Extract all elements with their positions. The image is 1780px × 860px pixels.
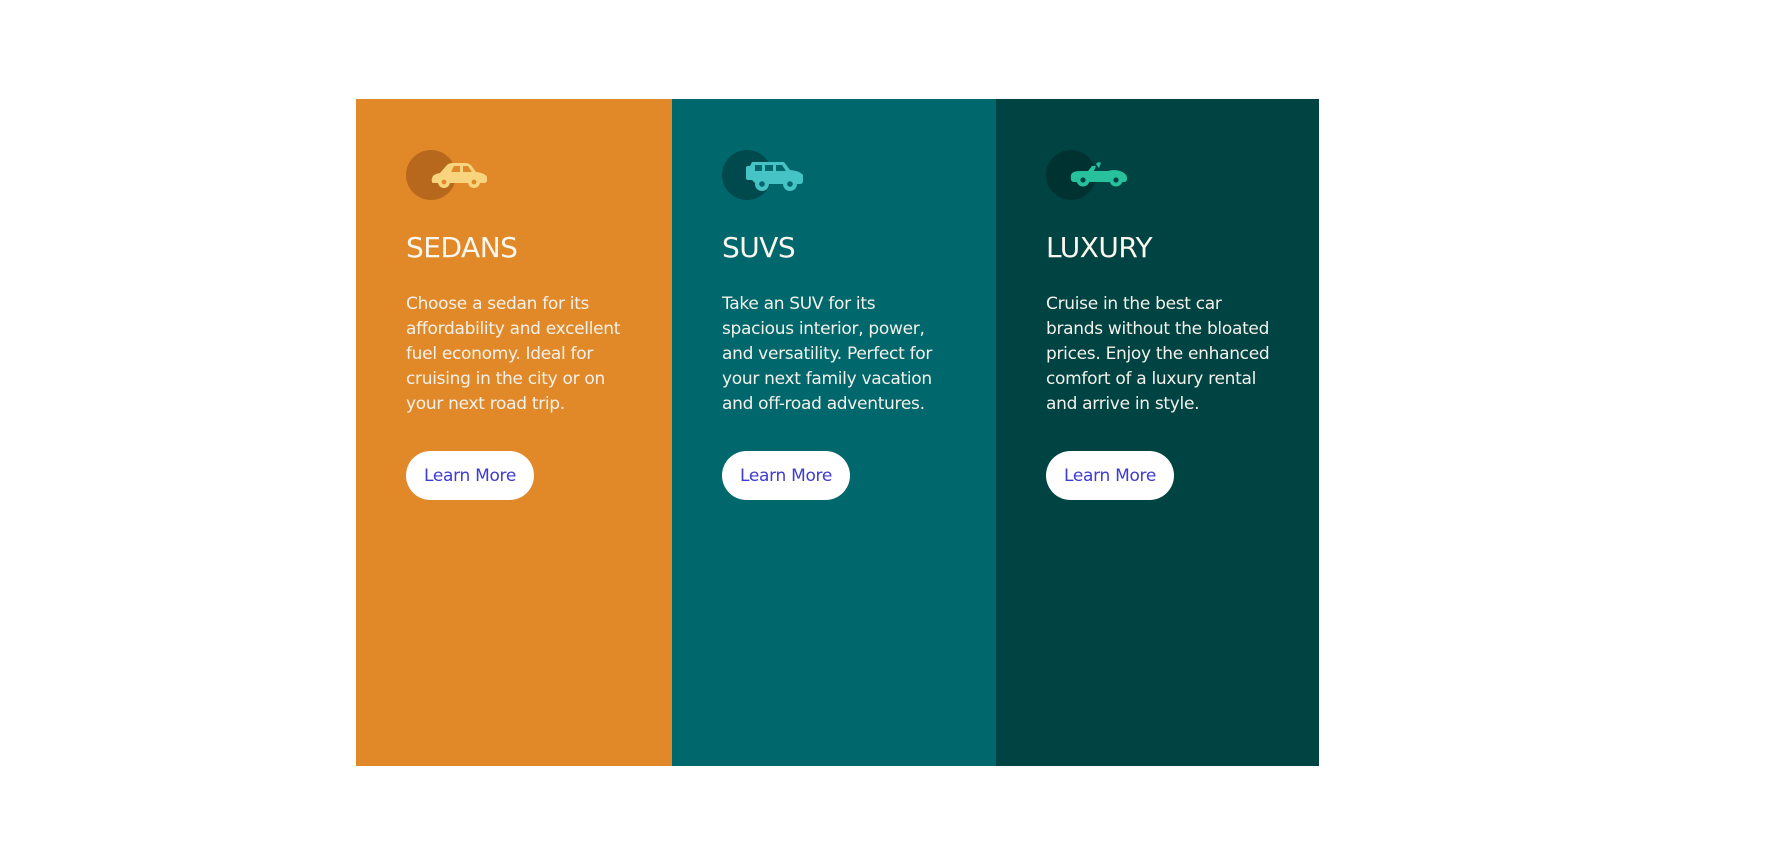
card-description: Take an SUV for its spacious interior, p… — [722, 294, 933, 414]
suv-car-shape — [746, 162, 803, 191]
convertible-car-shape — [1070, 162, 1127, 187]
card-title: SUVS — [722, 231, 796, 264]
learn-more-button[interactable]: Learn More — [722, 451, 850, 500]
card-description: Choose a sedan for its affordability and… — [406, 294, 621, 414]
sedan-car-shape — [431, 163, 487, 188]
suv-car-icon — [722, 150, 812, 200]
convertible-car-icon — [1046, 150, 1136, 200]
learn-more-button[interactable]: Learn More — [1046, 451, 1174, 500]
card-sedans: SEDANS Choose a sedan for its affordabil… — [356, 99, 672, 766]
car-category-cards: SEDANS Choose a sedan for its affordabil… — [356, 99, 1319, 766]
sedan-car-icon — [406, 150, 496, 200]
learn-more-button[interactable]: Learn More — [406, 451, 534, 500]
card-description: Cruise in the best car brands without th… — [1046, 294, 1270, 414]
card-title: SEDANS — [406, 231, 518, 264]
card-luxury: LUXURY Cruise in the best car brands wit… — [996, 99, 1319, 766]
card-title: LUXURY — [1046, 231, 1153, 264]
card-suvs: SUVS Take an SUV for its spacious interi… — [672, 99, 996, 766]
